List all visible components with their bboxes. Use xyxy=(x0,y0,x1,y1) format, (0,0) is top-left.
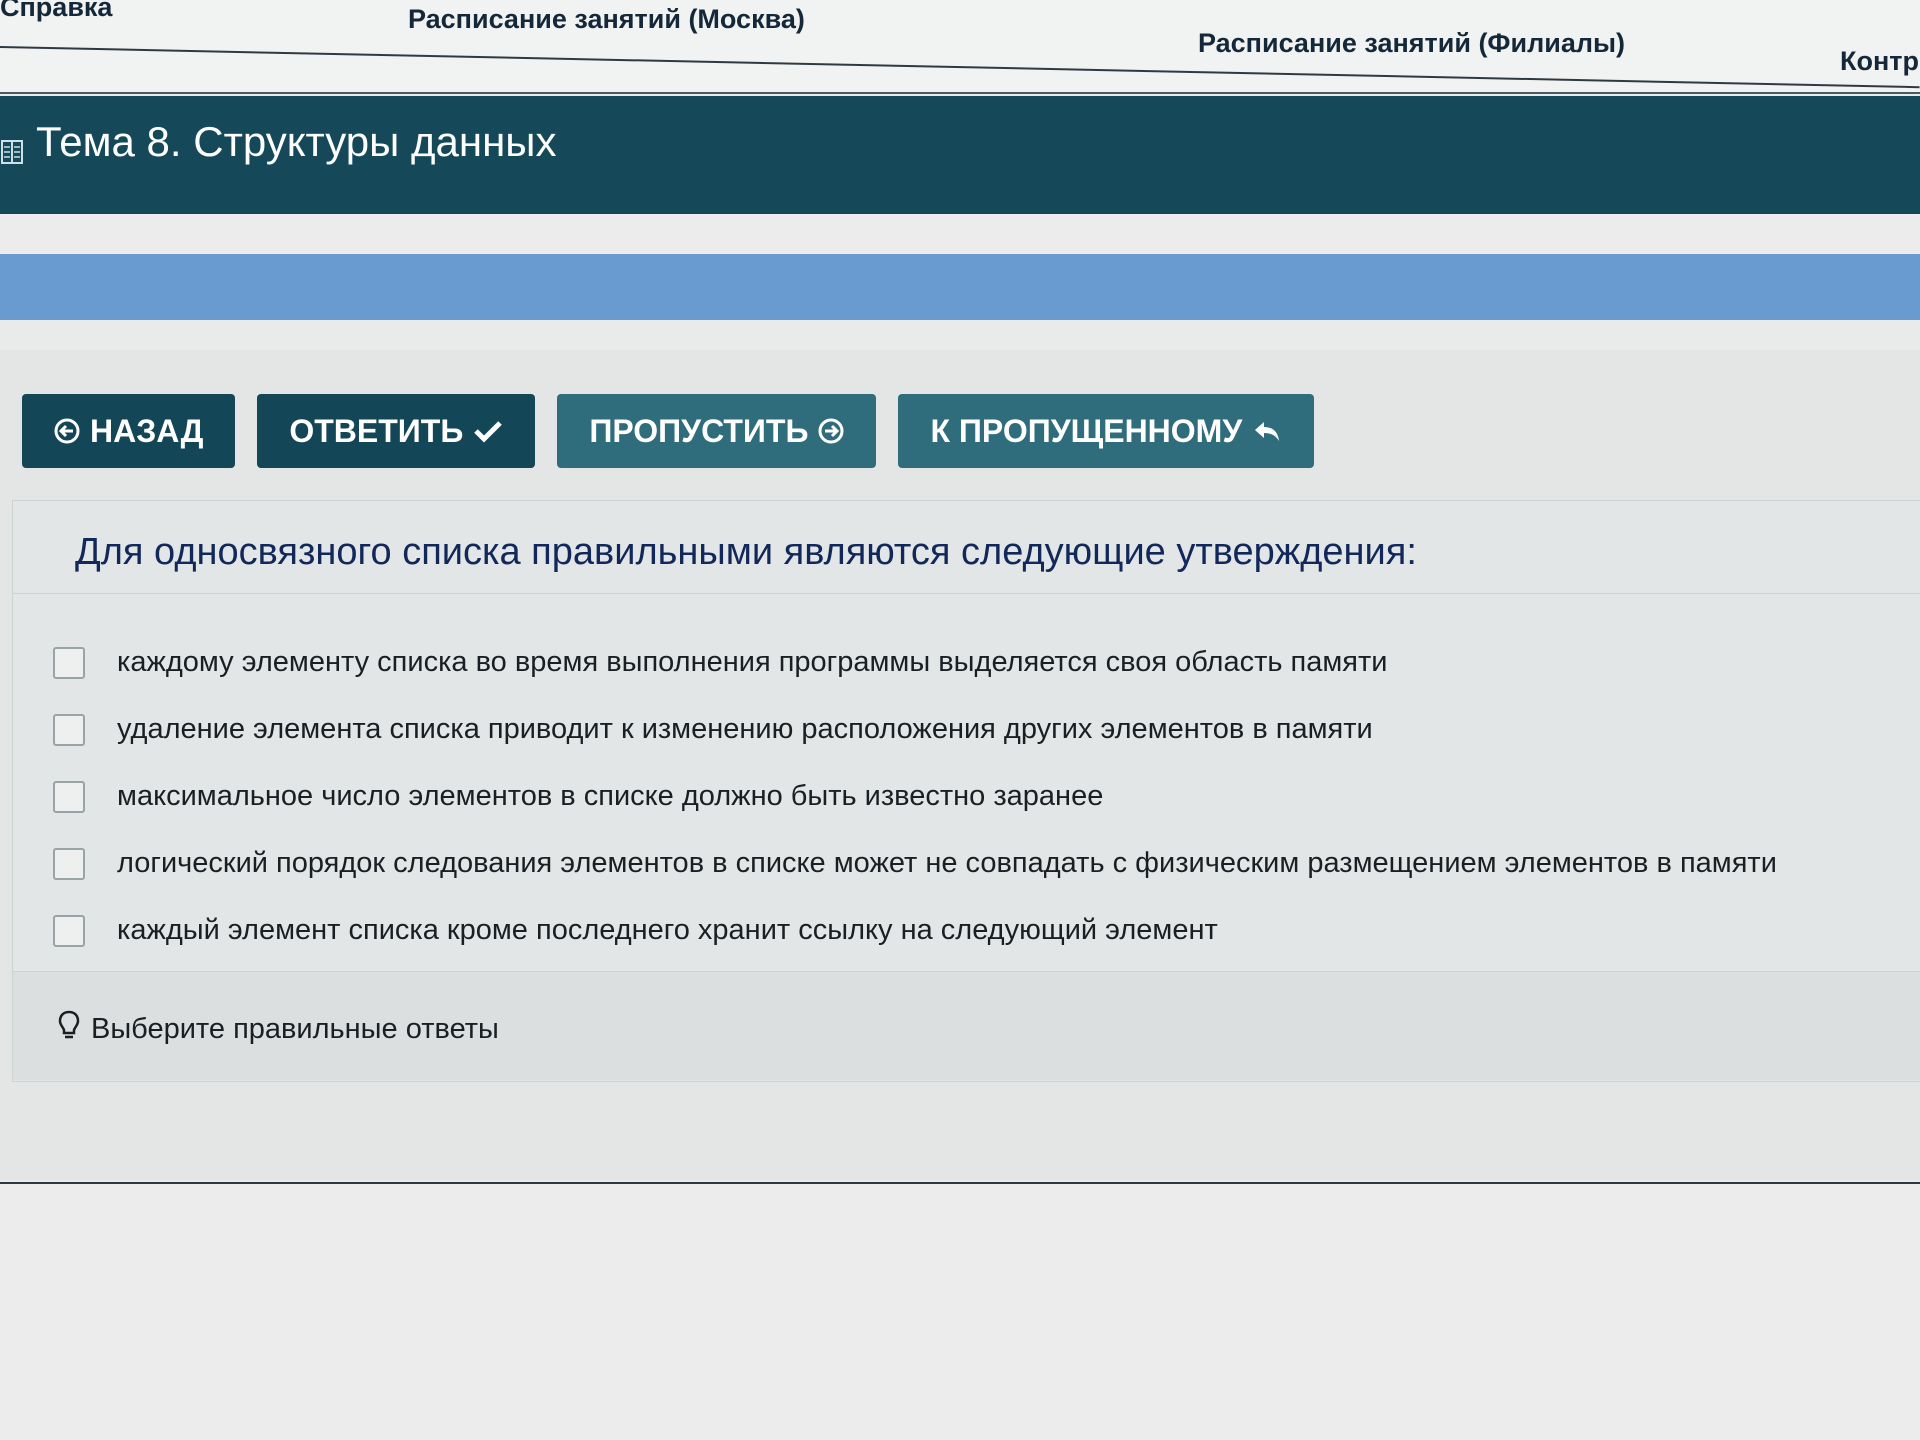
spacer-band xyxy=(0,214,1920,254)
option-checkbox[interactable] xyxy=(53,713,85,746)
answer-option[interactable]: максимальное число элементов в списке до… xyxy=(53,763,1777,830)
option-label: логический порядок следования элементов … xyxy=(117,847,1777,879)
page-title: Тема 8. Структуры данных xyxy=(36,118,557,165)
test-content: НАЗАД ОТВЕТИТЬ ПРОПУСТИТЬ К ПРОПУЩЕННОМУ xyxy=(0,350,1920,1180)
hint: Выберите правильные ответы xyxy=(57,1010,499,1048)
nav-link-control[interactable]: Контро xyxy=(1840,46,1920,77)
circle-arrow-left-icon xyxy=(54,418,80,444)
top-navigation: Справка Расписание занятий (Москва) Расп… xyxy=(0,0,1920,94)
progress-fill xyxy=(0,254,1920,320)
option-checkbox[interactable] xyxy=(53,847,85,880)
question-header: Для односвязного списка правильными явля… xyxy=(13,501,1920,594)
option-checkbox[interactable] xyxy=(53,914,85,947)
option-label: максимальное число элементов в списке до… xyxy=(117,780,1104,812)
skip-button[interactable]: ПРОПУСТИТЬ xyxy=(557,394,877,468)
skip-button-label: ПРОПУСТИТЬ xyxy=(589,412,809,449)
topic-title-row: Тема 8. Структуры данных xyxy=(0,118,556,166)
circle-arrow-right-icon xyxy=(818,418,844,444)
answer-option[interactable]: удаление элемента списка приводит к изме… xyxy=(53,696,1777,763)
question-toolbar: НАЗАД ОТВЕТИТЬ ПРОПУСТИТЬ К ПРОПУЩЕННОМУ xyxy=(22,394,1315,468)
back-button-label: НАЗАД xyxy=(90,412,204,449)
nav-link-schedule-moscow[interactable]: Расписание занятий (Москва) xyxy=(408,4,805,35)
progress-bar xyxy=(0,254,1920,320)
answer-button[interactable]: ОТВЕТИТЬ xyxy=(257,394,536,468)
hint-bar: Выберите правильные ответы xyxy=(13,971,1920,1080)
option-label: каждый элемент списка кроме последнего х… xyxy=(117,914,1218,946)
option-checkbox[interactable] xyxy=(53,646,85,679)
option-checkbox[interactable] xyxy=(53,780,85,813)
lightbulb-icon xyxy=(57,1010,81,1048)
option-label: каждому элементу списка во время выполне… xyxy=(117,646,1388,678)
answer-options: каждому элементу списка во время выполне… xyxy=(53,629,1777,964)
answer-option[interactable]: каждый элемент списка кроме последнего х… xyxy=(53,897,1777,964)
to-skipped-button[interactable]: К ПРОПУЩЕННОМУ xyxy=(898,394,1315,468)
nav-link-schedule-branches[interactable]: Расписание занятий (Филиалы) xyxy=(1198,28,1625,59)
hint-text: Выберите правильные ответы xyxy=(91,1012,499,1045)
nav-divider xyxy=(0,46,1920,89)
answer-button-label: ОТВЕТИТЬ xyxy=(289,412,464,449)
book-icon xyxy=(0,128,24,164)
option-label: удаление элемента списка приводит к изме… xyxy=(117,713,1373,745)
nav-link-help[interactable]: Справка xyxy=(0,0,112,23)
to-skipped-button-label: К ПРОПУЩЕННОМУ xyxy=(930,412,1243,449)
reply-arrow-icon xyxy=(1252,418,1282,444)
checkmark-icon xyxy=(473,418,503,444)
answer-option[interactable]: каждому элементу списка во время выполне… xyxy=(53,629,1777,696)
back-button[interactable]: НАЗАД xyxy=(22,394,236,468)
page-footer-area xyxy=(0,1184,1920,1440)
question-card: Для односвязного списка правильными явля… xyxy=(12,500,1920,1082)
answer-option[interactable]: логический порядок следования элементов … xyxy=(53,830,1777,897)
question-text: Для односвязного списка правильными явля… xyxy=(75,531,1417,573)
topic-header: Тема 8. Структуры данных xyxy=(0,96,1920,214)
